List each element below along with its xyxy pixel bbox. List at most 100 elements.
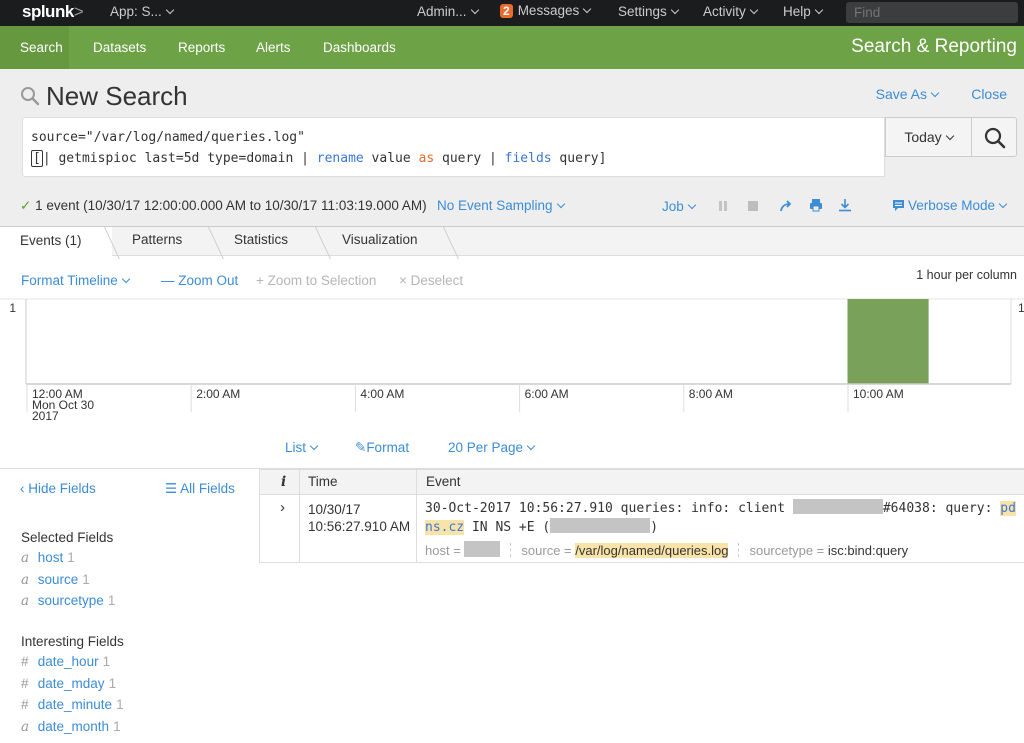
x-tick-label: 10:00 AM	[853, 387, 904, 401]
timeline-bar-10-00-am[interactable]	[847, 299, 929, 384]
nav-datasets[interactable]: Datasets	[73, 26, 166, 69]
query-token: query |	[434, 151, 505, 166]
tab-visualization[interactable]: Visualization	[322, 226, 438, 256]
splunk-logo[interactable]: splunk>	[22, 2, 84, 22]
stop-icon[interactable]	[747, 200, 759, 212]
logo-chevron: >	[73, 2, 84, 21]
time-column-header[interactable]: Time	[308, 474, 338, 489]
zoom-out-label: Zoom Out	[178, 273, 239, 288]
print-icon[interactable]	[809, 198, 823, 212]
field-item-date-minute[interactable]: # date_minute 1	[21, 697, 124, 712]
logo-text: splunk	[22, 2, 74, 21]
plus-icon: +	[256, 273, 268, 288]
query-token: as	[418, 151, 435, 166]
field-name: date_month	[37, 719, 110, 735]
field-item-date-hour[interactable]: # date_hour 1	[21, 654, 110, 669]
export-icon[interactable]	[838, 198, 852, 212]
event-sampling-menu[interactable]: No Event Sampling	[437, 198, 565, 213]
list-view-menu[interactable]: List	[285, 440, 319, 455]
app-title: Search & Reporting	[851, 36, 1017, 57]
field-separator	[738, 543, 740, 557]
job-menu[interactable]: Job	[662, 199, 697, 214]
help-menu-label: Help	[783, 4, 811, 19]
list-view-label: List	[285, 440, 307, 455]
nav-search[interactable]: Search	[0, 26, 69, 69]
event-raw-text[interactable]: 30-Oct-2017 10:56:27.910 queries: info: …	[425, 499, 1016, 537]
redacted-server-ip	[550, 518, 651, 533]
search-button[interactable]	[971, 117, 1017, 157]
tab-events[interactable]: Events (1)	[0, 226, 112, 257]
per-page-menu[interactable]: 20 Per Page	[448, 440, 536, 455]
field-name: host	[37, 550, 64, 565]
search-status-text: 1 event (10/30/17 12:00:00.000 AM to 10/…	[35, 198, 427, 213]
chevron-down-icon	[556, 199, 565, 209]
pause-icon[interactable]	[718, 200, 728, 212]
field-item-date-mday[interactable]: # date_mday 1	[21, 676, 116, 691]
x-tick-label: 4:00 AM	[360, 387, 404, 401]
chevron-down-icon	[945, 131, 954, 141]
format-button[interactable]: ✎Format	[355, 440, 409, 456]
list-icon: ☰	[165, 481, 181, 496]
info-column-header: i	[281, 474, 287, 490]
field-count: 1	[102, 654, 111, 669]
nav-dashboards[interactable]: Dashboards	[303, 26, 416, 69]
all-fields-button[interactable]: ☰ All Fields	[165, 481, 235, 497]
field-value-sourcetype[interactable]: isc:bind:query	[828, 543, 908, 558]
field-count: 1	[113, 719, 121, 735]
field-value-source[interactable]: /var/log/named/queries.log	[575, 543, 729, 558]
pencil-icon: ✎	[355, 440, 367, 455]
save-as-button[interactable]: Save As	[876, 86, 940, 102]
messages-menu[interactable]: 2 Messages	[500, 3, 592, 18]
page-title: New Search	[46, 81, 188, 111]
all-fields-label: All Fields	[180, 481, 235, 496]
chevron-down-icon	[670, 5, 680, 15]
column-divider	[416, 470, 417, 495]
find-input[interactable]	[846, 2, 1018, 23]
nav-reports[interactable]: Reports	[158, 26, 245, 69]
search-mode-menu[interactable]: Verbose Mode	[892, 198, 1008, 213]
timeline-chart[interactable]: 1 1 12:00 AMMon Oct 3020172:00 AM 4:00 AM…	[0, 290, 1024, 430]
highlighted-query-term[interactable]: pd	[1000, 501, 1016, 516]
hide-fields-button[interactable]: ‹ Hide Fields	[20, 481, 96, 496]
redacted-client-ip	[792, 499, 883, 514]
event-fields: host = source = /var/log/named/queries.l…	[425, 541, 909, 558]
time-range-picker[interactable]: Today	[885, 117, 972, 157]
search-icon	[21, 87, 40, 106]
event-sampling-label: No Event Sampling	[437, 198, 553, 213]
highlighted-query-term[interactable]: ns.cz	[425, 520, 465, 535]
tab-patterns[interactable]: Patterns	[112, 226, 202, 256]
format-timeline-menu[interactable]: Format Timeline	[21, 273, 131, 288]
numeric-type-icon: #	[21, 697, 29, 713]
interesting-fields-title: Interesting Fields	[21, 634, 124, 649]
search-query-input[interactable]: source="/var/log/named/queries.log" [| g…	[22, 117, 885, 177]
event-time[interactable]: 10/30/17 10:56:27.910 AM	[308, 501, 410, 535]
field-name: date_hour	[37, 654, 99, 669]
redacted-host-value[interactable]	[464, 541, 501, 557]
activity-menu[interactable]: Activity	[703, 4, 759, 19]
event-text-segment: #64038: query:	[882, 501, 1001, 516]
nav-alerts[interactable]: Alerts	[236, 26, 311, 69]
settings-menu[interactable]: Settings	[618, 4, 680, 19]
share-icon[interactable]	[779, 199, 793, 213]
top-bar: splunk> App: S... Admin... 2 Messages Set…	[0, 0, 1024, 26]
field-item-sourcetype[interactable]: a sourcetype 1	[21, 593, 115, 609]
chevron-down-icon	[121, 274, 131, 284]
query-token: fields	[504, 151, 552, 166]
tab-statistics[interactable]: Statistics	[214, 226, 308, 256]
field-separator	[510, 543, 512, 557]
admin-menu[interactable]: Admin...	[417, 4, 479, 19]
chevron-left-icon: ‹	[20, 481, 29, 496]
expand-event-chevron-icon[interactable]: ›	[280, 499, 285, 516]
help-menu[interactable]: Help	[783, 4, 824, 19]
chevron-down-icon	[309, 441, 319, 451]
field-item-date-month[interactable]: a date_month 1	[21, 719, 121, 735]
field-item-source[interactable]: a source 1	[21, 572, 90, 588]
close-button[interactable]: Close	[971, 86, 1007, 102]
string-type-icon: a	[21, 719, 30, 736]
minus-icon: —	[161, 273, 179, 288]
zoom-to-selection-button: + Zoom to Selection	[256, 273, 376, 288]
zoom-out-button[interactable]: — Zoom Out	[161, 273, 238, 288]
query-line-2: [| getmispioc last=5d type=domain | rena…	[31, 148, 876, 169]
app-menu[interactable]: App: S...	[110, 4, 175, 19]
field-item-host[interactable]: a host 1	[21, 550, 75, 566]
